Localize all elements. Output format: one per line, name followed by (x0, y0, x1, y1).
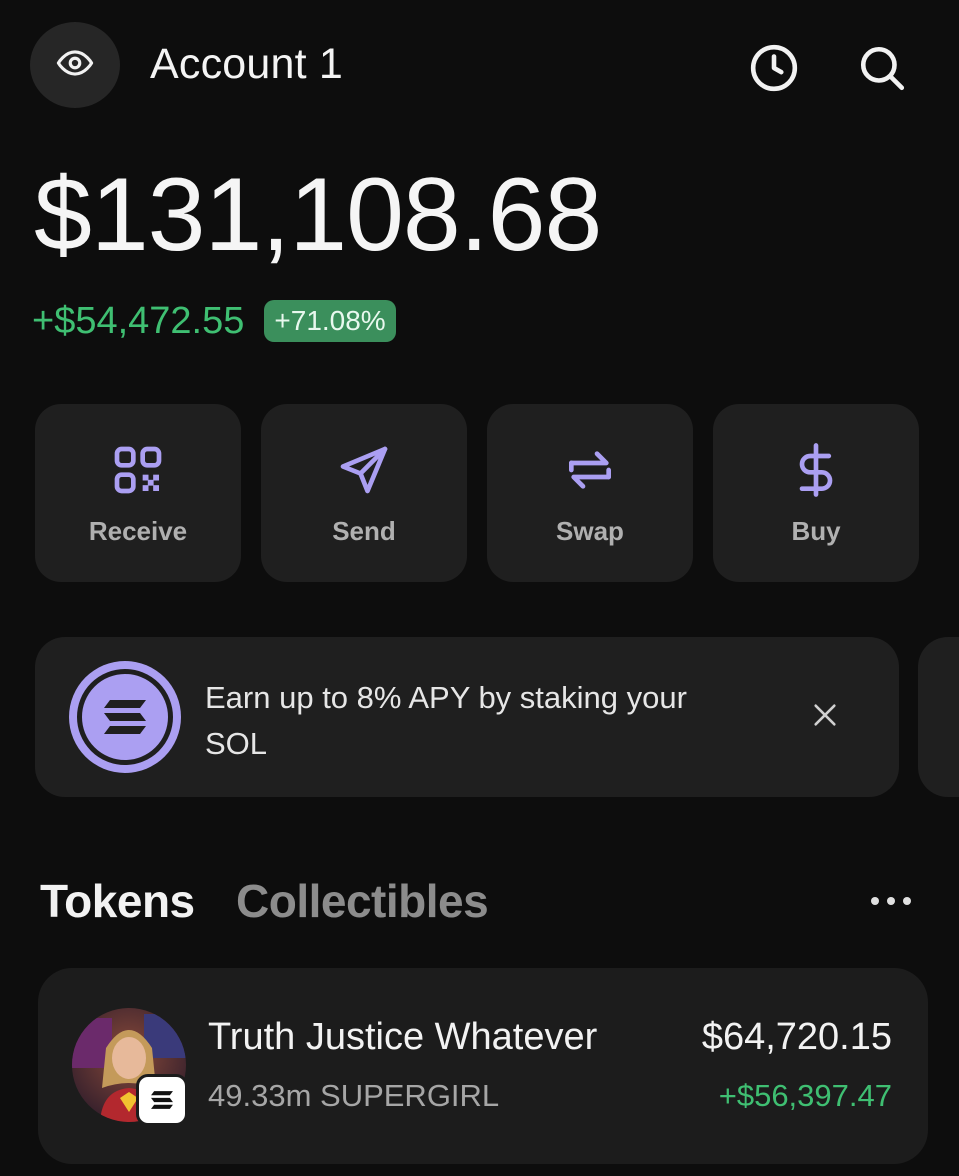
search-button[interactable] (856, 44, 908, 96)
tab-tokens[interactable]: Tokens (40, 874, 195, 928)
send-button[interactable]: Send (261, 404, 467, 582)
qr-code-icon (35, 442, 241, 498)
token-name: Truth Justice Whatever (208, 1016, 598, 1058)
staking-promo-text: Earn up to 8% APY by staking your SOL (205, 680, 687, 761)
swap-button-label: Swap (556, 516, 624, 546)
buy-button-label: Buy (791, 516, 841, 546)
header: Account 1 (30, 18, 930, 110)
balance-change-percent-badge: +71.08% (264, 300, 396, 342)
swap-button[interactable]: Swap (487, 404, 693, 582)
receive-button[interactable]: Receive (35, 404, 241, 582)
dollar-icon (713, 442, 919, 498)
solana-chain-icon (136, 1074, 188, 1126)
token-row[interactable]: Truth Justice Whatever 49.33m SUPERGIRL … (38, 968, 928, 1164)
clock-icon (749, 43, 799, 98)
tab-collectibles[interactable]: Collectibles (236, 874, 489, 928)
send-button-label: Send (332, 516, 396, 546)
solana-icon (69, 661, 181, 773)
close-icon (811, 701, 839, 734)
send-icon (261, 442, 467, 498)
action-buttons: Receive Send Swap Buy (35, 404, 919, 582)
staking-promo-card[interactable]: Earn up to 8% APY by staking your SOL (35, 637, 899, 797)
wallet-home: Account 1 $131,108.68 +$54,472.55 +71.08… (0, 0, 959, 1176)
toggle-balance-visibility-button[interactable] (30, 22, 120, 108)
token-value: $64,720.15 (701, 1016, 892, 1058)
history-button[interactable] (748, 44, 800, 96)
asset-tabs: Tokens Collectibles (40, 874, 920, 934)
search-icon (857, 43, 907, 98)
dismiss-promo-button[interactable] (805, 697, 845, 737)
swap-icon (487, 442, 693, 498)
token-change: +$56,397.47 (718, 1078, 892, 1113)
next-promo-card-peek[interactable] (918, 637, 959, 797)
balance-change-amount: +$54,472.55 (32, 299, 245, 342)
token-amount: 49.33m SUPERGIRL (208, 1078, 500, 1113)
eye-icon (56, 44, 94, 87)
ellipsis-icon (869, 893, 913, 911)
balance-change-row: +$54,472.55 +71.08% (32, 296, 396, 346)
buy-button[interactable]: Buy (713, 404, 919, 582)
more-options-button[interactable] (866, 890, 916, 914)
receive-button-label: Receive (88, 516, 188, 546)
total-balance: $131,108.68 (34, 157, 602, 273)
account-title[interactable]: Account 1 (150, 40, 343, 89)
